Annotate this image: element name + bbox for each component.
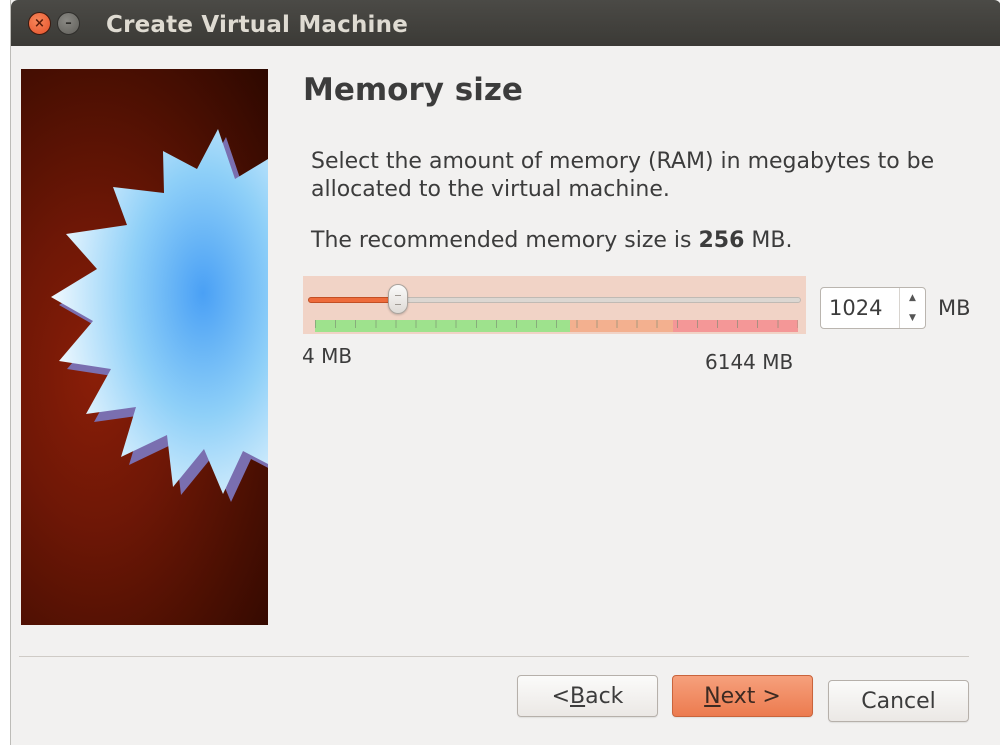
titlebar[interactable]: × – Create Virtual Machine xyxy=(11,0,1000,46)
slider-ticks xyxy=(315,320,798,328)
recommended-prefix: The recommended memory size is xyxy=(311,228,699,253)
spin-buttons: ▲ ▼ xyxy=(899,288,925,328)
memory-description: Select the amount of memory (RAM) in meg… xyxy=(311,149,935,202)
cancel-button[interactable]: Cancel xyxy=(828,680,969,722)
button-separator xyxy=(19,656,969,657)
next-button[interactable]: Next > xyxy=(672,675,813,717)
spin-up-icon[interactable]: ▲ xyxy=(900,288,925,308)
page-title: Memory size xyxy=(303,72,523,108)
minimize-icon[interactable]: – xyxy=(57,12,80,35)
memory-unit-label: MB xyxy=(938,296,971,320)
slider-max-label: 6144 MB xyxy=(705,350,794,374)
back-button[interactable]: < Back xyxy=(517,675,658,717)
slider-handle[interactable] xyxy=(388,284,409,314)
next-mnemonic: N xyxy=(704,683,721,709)
spin-down-icon[interactable]: ▼ xyxy=(900,308,925,328)
memory-spinbox[interactable]: 1024 ▲ ▼ xyxy=(820,287,926,329)
recommended-value: 256 xyxy=(698,228,745,253)
create-vm-dialog: × – Create Virtual Machine Memory size S… xyxy=(10,0,1000,745)
memory-input[interactable]: 1024 xyxy=(829,296,882,320)
virtualbox-starburst-icon xyxy=(21,69,268,625)
back-mnemonic: B xyxy=(570,683,586,709)
next-rest: ext > xyxy=(720,683,781,709)
back-rest: ack xyxy=(585,683,624,709)
recommended-memory-text: The recommended memory size is 256 MB. xyxy=(311,228,793,253)
slider-min-label: 4 MB xyxy=(302,344,353,368)
recommended-suffix: MB. xyxy=(744,228,793,253)
window-title: Create Virtual Machine xyxy=(106,12,409,38)
memory-slider[interactable] xyxy=(303,276,806,334)
slider-fill xyxy=(308,297,399,303)
back-prefix: < xyxy=(551,683,570,709)
close-icon[interactable]: × xyxy=(28,12,51,35)
